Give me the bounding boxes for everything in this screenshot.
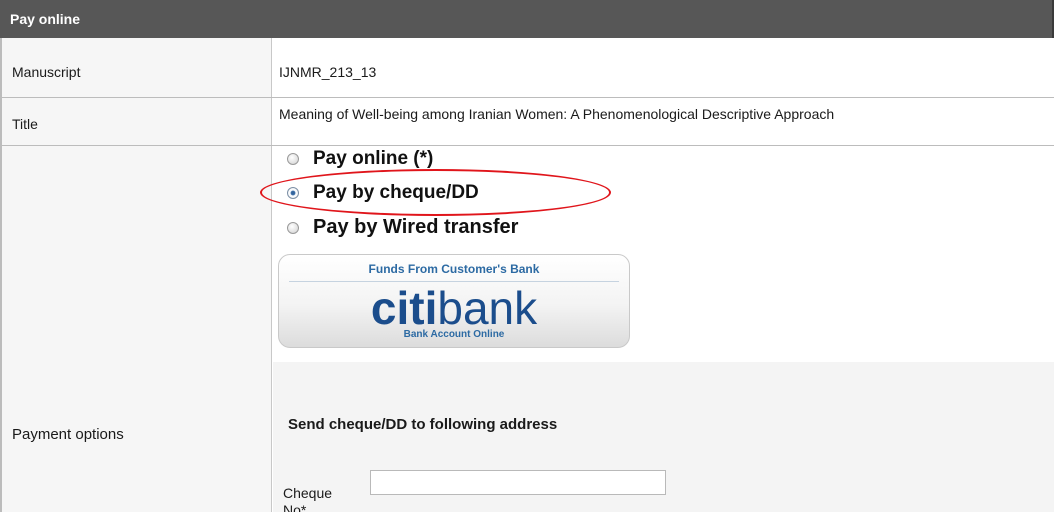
pay-wired-radio[interactable] <box>287 221 299 234</box>
title-row: Title Meaning of Well-being among Irania… <box>0 98 1054 146</box>
title-value: Meaning of Well-being among Iranian Wome… <box>273 98 993 145</box>
bank-logo-sub-text: Bank Account Online <box>403 329 505 340</box>
cheque-no-label: Cheque No* <box>283 485 333 512</box>
bank-logo-wordmark: citibank <box>279 285 629 331</box>
pay-wired-option[interactable]: Pay by Wired transfer <box>287 216 518 239</box>
pay-wired-label: Pay by Wired transfer <box>313 216 519 238</box>
bank-logo-citi: citi <box>370 282 438 334</box>
payment-options-row: Payment options Pay online (*) Pay by ch… <box>0 146 1054 512</box>
cheque-details-panel: Send cheque/DD to following address Cheq… <box>273 362 1054 512</box>
payment-form: Pay online Manuscript IJNMR_213_13 Title… <box>0 0 1054 512</box>
bank-logo-bank: bank <box>437 282 538 334</box>
manuscript-value: IJNMR_213_13 <box>273 38 1054 97</box>
manuscript-row: Manuscript IJNMR_213_13 <box>0 38 1054 98</box>
cheque-address-heading: Send cheque/DD to following address <box>288 416 558 433</box>
manuscript-label: Manuscript <box>0 38 272 97</box>
citibank-logo[interactable]: Funds From Customer's Bank citibank Bank… <box>278 254 630 348</box>
cheque-no-input[interactable] <box>370 470 666 495</box>
title-label: Title <box>0 98 272 145</box>
pay-online-option[interactable]: Pay online (*) <box>287 148 433 170</box>
payment-options-label: Payment options <box>0 146 272 512</box>
section-header: Pay online <box>0 0 1054 38</box>
payment-options-cell: Pay online (*) Pay by cheque/DD Pay by W… <box>260 146 1054 512</box>
section-title: Pay online <box>10 11 81 27</box>
pay-online-radio[interactable] <box>287 153 299 165</box>
red-highlight-ellipse <box>260 169 611 216</box>
bank-logo-top-text: Funds From Customer's Bank <box>368 262 540 276</box>
pay-online-label: Pay online (*) <box>313 148 434 169</box>
